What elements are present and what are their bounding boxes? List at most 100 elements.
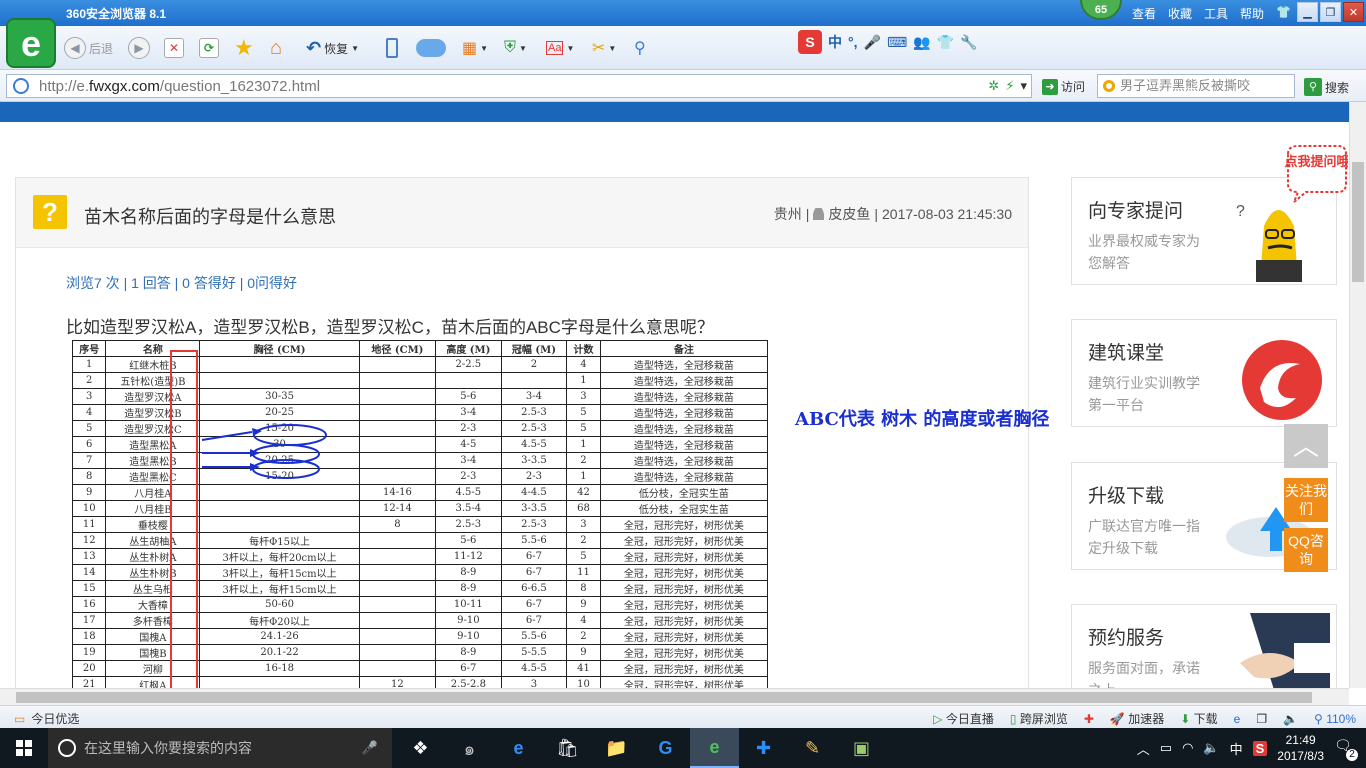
browser-360-icon[interactable]: e <box>690 728 739 768</box>
table-cell: 10-11 <box>435 596 502 613</box>
tasks-icon[interactable]: ▣ <box>837 728 886 768</box>
zoom-level[interactable]: ⚲ 110% <box>1314 712 1356 726</box>
clock[interactable]: 21:49 2017/8/3 <box>1277 732 1324 764</box>
scroll-thumb[interactable] <box>16 692 1312 703</box>
favorite-button[interactable]: ★ <box>234 35 254 60</box>
sogou-icon[interactable]: S <box>798 30 822 54</box>
lightning-icon[interactable]: ⚡ <box>1005 78 1014 94</box>
window-controls: ▁ ❐ ✕ <box>1297 2 1364 22</box>
edge-icon[interactable]: e <box>494 728 543 768</box>
visit-button[interactable]: ➜ 访问 <box>1042 78 1085 95</box>
table-cell: 3-4 <box>435 452 502 469</box>
plus-app-icon[interactable]: ✚ <box>739 728 788 768</box>
float-buttons: ︿ 关注我们 QQ咨询 <box>1284 424 1328 578</box>
cloud-button[interactable] <box>416 36 446 60</box>
status-download[interactable]: ⬇ 下载 <box>1180 710 1217 727</box>
microphone-icon[interactable]: 🎤 <box>864 34 881 51</box>
table-cell <box>358 372 437 389</box>
status-live[interactable]: ▷ 今日直播 <box>933 710 994 727</box>
folder-icon[interactable]: 📁 <box>592 728 641 768</box>
shirt-skin-icon[interactable]: 👕 <box>937 34 954 51</box>
url-input[interactable]: http://e.fwxgx.com/question_1623072.html… <box>6 74 1032 98</box>
stop-button[interactable]: ✕ <box>164 36 184 60</box>
search-input[interactable]: 男子逗弄黑熊反被撕咬 <box>1097 74 1295 98</box>
search-button[interactable]: ⚲ 搜索 <box>1304 78 1349 96</box>
back-to-top-button[interactable]: ︿ <box>1284 424 1328 468</box>
restore-tab-button[interactable]: ↶ 恢复 ▼ <box>306 36 359 60</box>
question-location: 贵州 <box>773 206 802 222</box>
qq-consult-button[interactable]: QQ咨询 <box>1284 528 1328 572</box>
security-button[interactable]: ⛨ ▼ <box>504 36 527 60</box>
user-icon[interactable]: 👥 <box>913 34 930 51</box>
home-button[interactable]: ⌂ <box>270 36 282 60</box>
table-cell <box>358 404 437 421</box>
apps-button[interactable]: ▦ ▼ <box>462 36 488 60</box>
minimize-button[interactable]: ▁ <box>1297 2 1318 22</box>
wifi-icon[interactable]: ◠ <box>1182 740 1193 756</box>
dropdown-icon[interactable]: ▾ <box>1020 78 1027 94</box>
refresh-button[interactable]: ⟳ <box>199 36 219 60</box>
ime-punct[interactable]: °, <box>848 34 858 50</box>
ime-indicator[interactable]: 中 <box>1230 739 1243 758</box>
window-icon[interactable]: ❐ <box>1256 712 1267 726</box>
swirl-app-icon[interactable]: ๑ <box>445 728 494 768</box>
score-badge[interactable]: 65 <box>1080 0 1122 20</box>
forward-button[interactable]: ▶ <box>128 36 150 60</box>
ie-icon[interactable]: e <box>1234 712 1241 726</box>
status-crossscreen[interactable]: ▯ 跨屏浏览 <box>1010 710 1068 727</box>
table-cell: 4 <box>72 404 107 421</box>
table-cell: 造型特选，全冠移栽苗 <box>599 452 768 469</box>
sidebar-building-class[interactable]: 建筑课堂 建筑行业实训教学第一平台 <box>1071 319 1337 427</box>
menu-view[interactable]: 查看 <box>1132 5 1156 22</box>
scroll-thumb[interactable] <box>1352 162 1364 282</box>
taskbar-search[interactable]: 在这里输入你要搜索的内容 🎤 <box>48 728 392 768</box>
table-cell: 2-3 <box>435 468 502 485</box>
translate-button[interactable]: Aa ▼ <box>546 36 574 60</box>
table-cell: 4-4.5 <box>500 484 568 501</box>
question-author[interactable]: 皮皮鱼 <box>828 204 870 224</box>
status-accelerator[interactable]: 🚀 加速器 <box>1110 710 1164 727</box>
sogou-tray-icon[interactable]: S <box>1252 740 1268 756</box>
zoom-button[interactable]: ⚲ <box>634 36 646 60</box>
shirt-icon[interactable]: 👕 <box>1276 5 1291 22</box>
magnifier-icon: ⚲ <box>634 40 646 57</box>
back-button[interactable]: ◀ 后退 <box>64 36 113 60</box>
start-button[interactable] <box>0 728 48 768</box>
sidebar-appointment[interactable]: 预约服务 服务面对面，承诺之上 <box>1071 604 1337 688</box>
vertical-scrollbar[interactable] <box>1349 102 1366 688</box>
sidebar-desc: 广联达官方唯一指定升级下载 <box>1088 518 1200 556</box>
today-picks[interactable]: ▭ 今日优选 <box>14 710 79 727</box>
notification-icon[interactable]: 🗨 2 <box>1334 737 1358 761</box>
chevron-up-icon[interactable]: ︿ <box>1137 739 1150 758</box>
app-g-icon[interactable]: G <box>641 728 690 768</box>
bubble-icon[interactable]: 点我提问哦 <box>1280 144 1348 204</box>
cloud-icon <box>416 39 446 57</box>
menu-favorites[interactable]: 收藏 <box>1168 5 1192 22</box>
menu-help[interactable]: 帮助 <box>1240 5 1264 22</box>
restore-button[interactable]: ❐ <box>1320 2 1341 22</box>
question-stats: 浏览7 次 | 1 回答 | 0 答得好 | 0问得好 <box>66 275 298 291</box>
microphone-icon[interactable]: 🎤 <box>362 740 378 756</box>
table-cell: 造型特选，全冠移栽苗 <box>599 420 768 437</box>
refresh-green-icon[interactable]: ✲ <box>988 78 999 94</box>
menu-tools[interactable]: 工具 <box>1204 5 1228 22</box>
battery-icon[interactable]: ▭ <box>1160 740 1172 756</box>
notes-icon[interactable]: ✎ <box>788 728 837 768</box>
close-button[interactable]: ✕ <box>1343 2 1364 22</box>
mobile-button[interactable] <box>386 36 398 60</box>
horizontal-scrollbar[interactable] <box>0 688 1349 705</box>
table-cell: 全冠，冠形完好，树形优美 <box>599 628 768 645</box>
table-cell: 30 <box>199 436 360 453</box>
ime-lang[interactable]: 中 <box>828 32 842 52</box>
keyboard-icon[interactable]: ⌨ <box>887 34 907 51</box>
volume-icon[interactable]: 🔈 <box>1283 712 1298 726</box>
store-icon[interactable]: 🛍 <box>543 728 592 768</box>
speaker-icon[interactable]: 🔈 <box>1203 740 1219 756</box>
task-view-icon[interactable]: ❖ <box>396 728 445 768</box>
wrench-icon[interactable]: 🔧 <box>960 34 977 51</box>
follow-us-button[interactable]: 关注我们 <box>1284 478 1328 522</box>
table-cell: 2.5-3 <box>500 420 568 437</box>
table-cell: 2 <box>566 452 601 469</box>
plus-icon[interactable]: ✚ <box>1084 712 1094 726</box>
screenshot-button[interactable]: ✂ ▼ <box>592 36 616 60</box>
